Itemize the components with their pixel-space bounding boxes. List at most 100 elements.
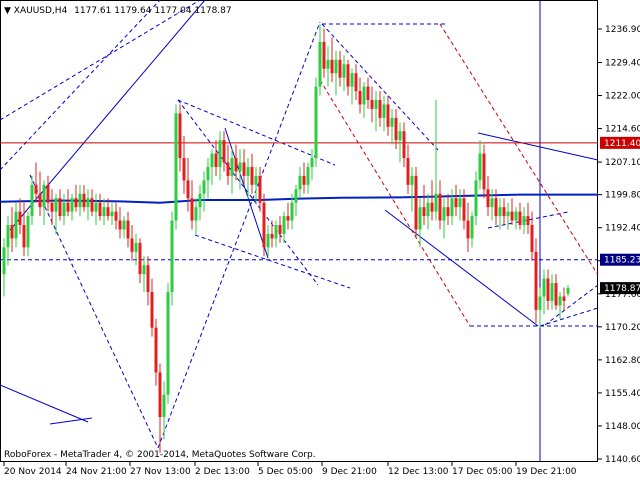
- time-axis[interactable]: 20 Nov 2014 24 Nov 21:00 27 Nov 13:00 2 Dec…: [3, 462, 577, 477]
- price-label: 1214.60: [605, 125, 640, 135]
- current-price-badge: 1178.87: [604, 284, 640, 294]
- candle-body: [230, 158, 234, 176]
- candle-body: [182, 158, 186, 181]
- candle-body: [198, 193, 202, 208]
- candle-body: [522, 216, 526, 226]
- candle-body: [550, 283, 554, 301]
- candle-body: [126, 220, 130, 239]
- candle-body: [250, 166, 254, 185]
- time-label: 12 Dec 13:00: [388, 467, 449, 477]
- candle-body: [118, 220, 122, 230]
- candle-body: [86, 198, 90, 208]
- blue-level-badge: 1185.23: [604, 256, 640, 266]
- candle-body: [350, 73, 354, 87]
- candle-body: [162, 394, 166, 418]
- plot-border: [0, 0, 598, 462]
- candle-body: [214, 153, 218, 167]
- candle-body: [202, 180, 206, 194]
- candle-body: [434, 193, 438, 212]
- candle-body: [234, 158, 238, 172]
- candle-body: [454, 198, 458, 208]
- candle-body: [22, 225, 26, 248]
- candle-body: [310, 158, 314, 167]
- candle-42: [170, 211, 174, 306]
- candle-body: [186, 180, 190, 199]
- time-label: 5 Dec 05:00: [258, 467, 313, 477]
- candle-body: [502, 207, 506, 217]
- time-label: 17 Dec 05:00: [452, 467, 513, 477]
- candle-78: [314, 77, 318, 167]
- candle-body: [422, 207, 426, 217]
- candle-103: [414, 166, 418, 239]
- price-label: 1236.90: [605, 25, 640, 35]
- price-label: 1207.10: [605, 158, 640, 168]
- candle-body: [546, 278, 550, 301]
- candle-body: [326, 59, 330, 69]
- price-label: 1162.80: [605, 356, 640, 366]
- price-label: 1140.60: [605, 455, 640, 465]
- price-label: 1170.20: [605, 323, 640, 333]
- candle-body: [478, 153, 482, 181]
- candle-body: [258, 175, 262, 203]
- candle-body: [170, 220, 174, 293]
- chart-window[interactable]: ▼ XAUUSD,H4 1177.61 1179.64 1177.04 1178…: [0, 0, 640, 480]
- candle-body: [94, 202, 98, 212]
- candle-body: [418, 207, 422, 230]
- candle-body: [498, 207, 502, 217]
- copyright-text: RoboForex - MetaTrader 4, © 2001-2014, M…: [4, 450, 316, 460]
- candle-body: [34, 184, 38, 194]
- candle-body: [394, 117, 398, 141]
- candle-body: [530, 225, 534, 252]
- symbol-label: XAUUSD,H4: [14, 6, 68, 16]
- red-level-badge: 1211.40: [604, 139, 640, 149]
- time-label: 2 Dec 13:00: [195, 467, 250, 477]
- price-label: 1192.40: [605, 224, 640, 234]
- candle-body: [274, 225, 278, 239]
- candle-body: [78, 193, 82, 208]
- candle-body: [102, 207, 106, 217]
- candle-body: [70, 198, 74, 212]
- candle-body: [42, 184, 46, 208]
- candle-body: [482, 153, 486, 190]
- candle-43: [174, 104, 178, 230]
- candle-body: [6, 225, 10, 248]
- candle-body: [90, 198, 94, 212]
- candle-body: [158, 372, 162, 418]
- candle-body: [222, 140, 226, 163]
- candle-body: [314, 86, 318, 159]
- candle-body: [338, 59, 342, 78]
- candle-body: [342, 64, 346, 78]
- candle-body: [174, 113, 178, 221]
- price-label: 1155.40: [605, 389, 640, 399]
- candle-body: [534, 251, 538, 310]
- candle-body: [82, 193, 86, 208]
- candle-body: [330, 59, 334, 74]
- candle-body: [318, 41, 322, 87]
- candle-body: [358, 91, 362, 105]
- chart-canvas[interactable]: ▼ XAUUSD,H4 1177.61 1179.64 1177.04 1178…: [0, 0, 640, 480]
- candle-body: [450, 198, 454, 217]
- candle-body: [194, 207, 198, 221]
- candle-body: [290, 202, 294, 221]
- candle-body: [218, 140, 222, 167]
- time-label: 19 Dec 21:00: [516, 467, 577, 477]
- candle-body: [106, 207, 110, 217]
- candle-body: [414, 175, 418, 230]
- candle-body: [210, 153, 214, 167]
- candle-body: [286, 216, 290, 221]
- candle-body: [322, 41, 326, 69]
- candle-body: [398, 131, 402, 141]
- candle-body: [298, 175, 302, 190]
- candle-body: [246, 166, 250, 176]
- candle-body: [382, 104, 386, 118]
- candle-body: [514, 211, 518, 221]
- price-axis[interactable]: 1236.90 1229.40 1222.00 1214.60 1207.10 1199.…: [598, 25, 640, 465]
- candle-body: [30, 184, 34, 217]
- candle-body: [270, 233, 274, 239]
- candle-body: [2, 247, 6, 275]
- candle-body: [206, 166, 210, 181]
- candle-body: [402, 131, 406, 159]
- candle-body: [362, 86, 366, 105]
- candle-body: [110, 211, 114, 217]
- chart-header: ▼ XAUUSD,H4 1177.61 1179.64 1177.04 1178…: [4, 6, 232, 16]
